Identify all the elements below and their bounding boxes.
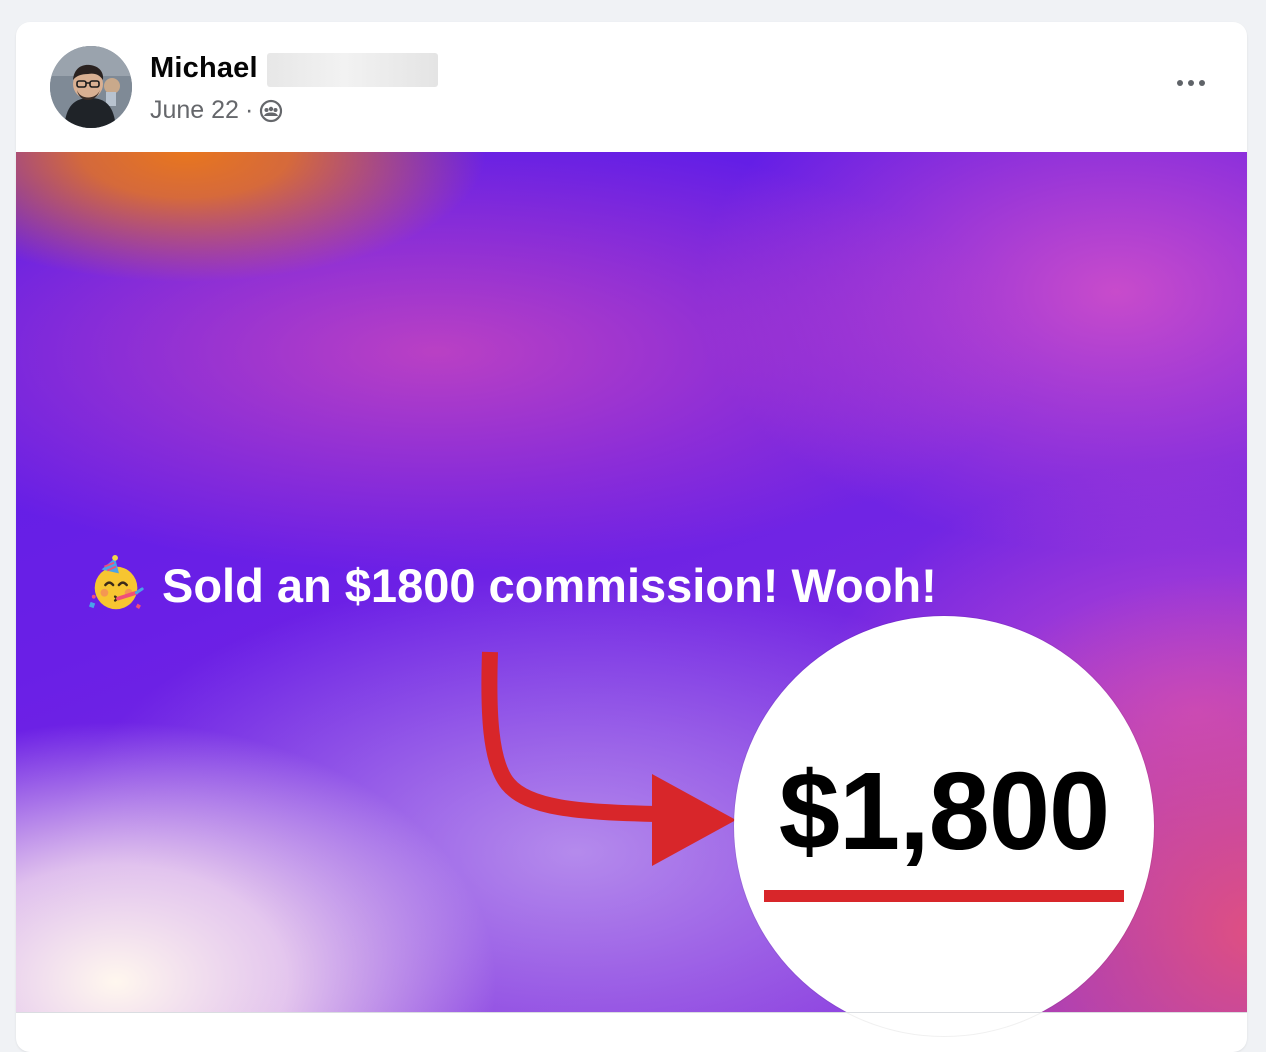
post-header: Michael June 22 ·	[16, 22, 1247, 152]
more-options-icon	[1177, 80, 1183, 86]
zoomed-amount-callout: $1,800	[734, 616, 1154, 1036]
author-name[interactable]: Michael	[150, 52, 258, 85]
partying-face-emoji-icon	[88, 554, 144, 610]
avatar-photo	[50, 46, 132, 128]
more-options-icon-dot	[1199, 80, 1205, 86]
banner-message: Sold an $1800 commission! Wooh!	[86, 554, 1226, 616]
redacted-surname	[267, 53, 438, 87]
post-card: Michael June 22 · Sold an $1800 commissi…	[16, 22, 1247, 1052]
post-background-banner[interactable]: Sold an $1800 commission! Wooh! $1,800	[16, 152, 1247, 1036]
post-divider	[16, 1012, 1247, 1013]
more-options-button[interactable]	[1163, 68, 1219, 98]
author-avatar[interactable]	[50, 46, 132, 128]
post-meta: June 22 ·	[150, 96, 283, 125]
amount-underline	[764, 890, 1124, 902]
meta-separator: ·	[244, 96, 254, 124]
highlighted-amount: $1,800	[778, 750, 1110, 873]
banner-message-text: Sold an $1800 commission! Wooh!	[162, 558, 937, 612]
more-options-icon-dot	[1188, 80, 1194, 86]
group-audience-icon[interactable]	[259, 99, 283, 123]
post-date[interactable]: June 22	[150, 96, 239, 125]
